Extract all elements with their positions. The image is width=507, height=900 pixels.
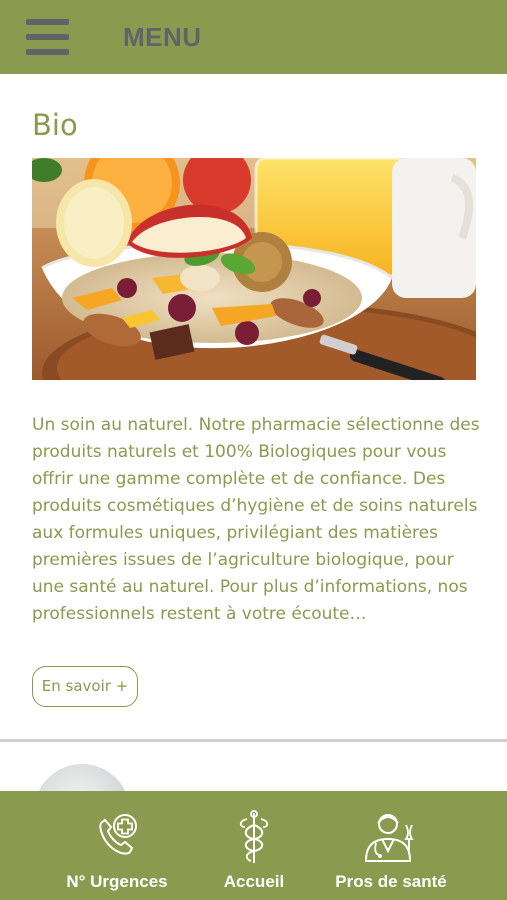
menu-label[interactable]: MENU (123, 22, 202, 53)
bottom-nav: N° Urgences Accueil Pros de santé (0, 791, 507, 900)
hamburger-menu-icon[interactable] (26, 19, 69, 56)
nav-label-health-pros: Pros de santé (335, 872, 447, 891)
nav-label-home: Accueil (223, 872, 285, 891)
nav-health-pros[interactable]: Pros de santé (326, 791, 456, 900)
learn-more-button[interactable]: En savoir + (32, 666, 138, 707)
nav-label-emergency: N° Urgences (66, 872, 168, 891)
hamburger-line (26, 19, 69, 25)
hero-image (32, 158, 476, 380)
caduceus-icon (239, 810, 269, 863)
section-description: Un soin au naturel. Notre pharmacie séle… (32, 415, 480, 624)
doctor-icon (364, 814, 414, 862)
hamburger-line (26, 49, 69, 55)
top-bar: MENU (0, 0, 507, 74)
nav-emergency-numbers[interactable]: N° Urgences (52, 791, 182, 900)
muesli-illustration (32, 158, 476, 380)
nav-home[interactable]: Accueil (204, 791, 304, 900)
hamburger-line (26, 34, 69, 40)
phone-medical-cross-icon (99, 814, 137, 855)
section-title: Bio (32, 108, 78, 142)
